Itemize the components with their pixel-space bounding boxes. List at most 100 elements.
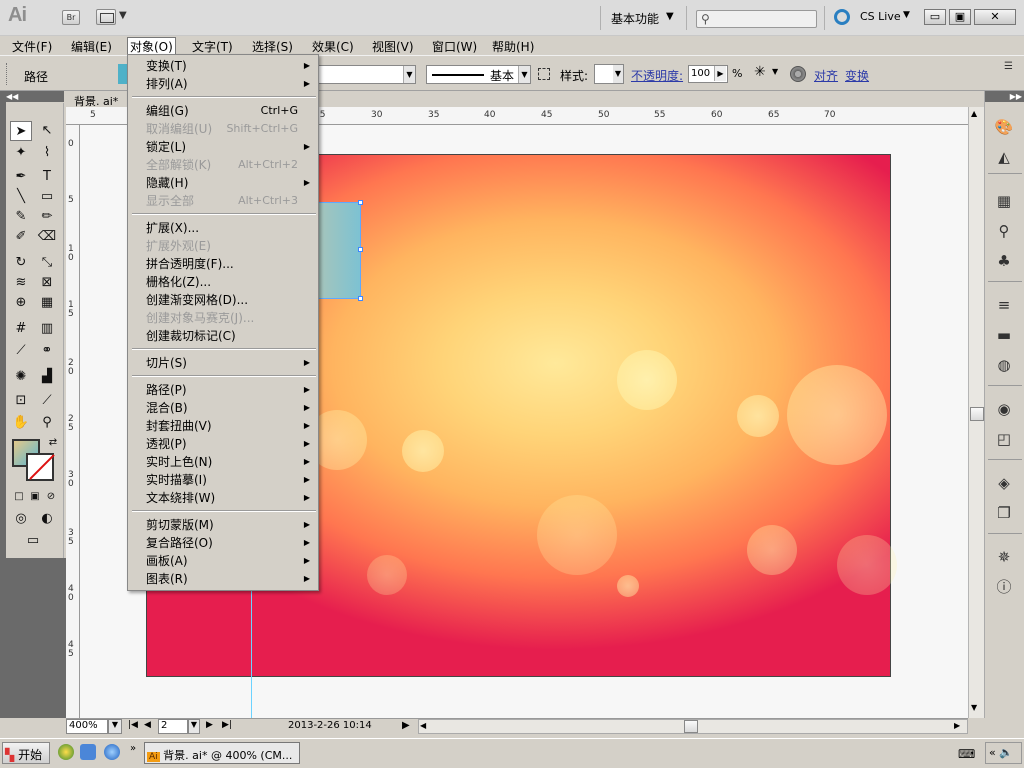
chevron-down-icon[interactable]: ▼ [119,10,127,21]
layers-icon[interactable]: ◈ [993,473,1015,493]
search-input[interactable]: ⚲ [696,10,817,28]
expand-tray-icon[interactable]: « [989,746,996,759]
blob-brush-tool-icon[interactable]: ✐ [10,227,32,247]
align-link[interactable]: 对齐 [814,67,838,84]
menu-item-artboards[interactable]: 画板(A) ▶ [146,552,312,570]
menu-item-path[interactable]: 路径(P) ▶ [146,381,312,399]
symbols-icon[interactable]: ♣ [993,251,1015,271]
mesh-tool-icon[interactable]: # [10,319,32,339]
screen-mode-icon[interactable]: ▭ [22,531,44,551]
last-artboard-icon[interactable]: ▶| [222,720,232,730]
horizontal-scrollbar[interactable]: ◀ ▶ [418,719,968,734]
menu-item-create-trim-marks[interactable]: 创建裁切标记(C) [146,327,312,345]
chevron-down-icon[interactable]: ▼ [666,11,674,22]
menu-type[interactable]: 文字(T) [192,38,233,55]
direct-selection-tool-icon[interactable]: ↖ [36,121,58,141]
chevron-right-icon[interactable]: ▶ [402,720,410,731]
hand-tool-icon[interactable]: ✋ [10,413,32,433]
graphic-styles-icon[interactable]: ◰ [993,429,1015,449]
scale-tool-icon[interactable]: ⤡ [36,253,58,273]
vertical-scrollbar[interactable]: ▲ ▼ [968,107,984,718]
resize-handle[interactable] [358,296,363,301]
draw-mode-icon[interactable]: ◎ [10,509,32,529]
scroll-right-icon[interactable]: ▶ [954,721,960,730]
rotate-tool-icon[interactable]: ↻ [10,253,32,273]
system-tray[interactable]: « 🔈 [985,742,1022,764]
document-tab[interactable]: 背景. ai* [66,91,130,108]
menu-item-blend[interactable]: 混合(B) ▶ [146,399,312,417]
menu-item-hide[interactable]: 隐藏(H) ▶ [146,174,312,192]
arrange-documents-icon[interactable] [96,9,116,25]
free-transform-tool-icon[interactable]: ⊠ [36,273,58,293]
lasso-tool-icon[interactable]: ⌇ [36,143,58,163]
artboard-tool-icon[interactable]: ⊡ [10,391,32,411]
magic-wand-tool-icon[interactable]: ✦ [10,143,32,163]
menu-item-envelope-distort[interactable]: 封套扭曲(V) ▶ [146,417,312,435]
scroll-down-icon[interactable]: ▼ [971,703,977,712]
pencil-tool-icon[interactable]: ✏ [36,207,58,227]
menu-item-live-trace[interactable]: 实时描摹(I) ▶ [146,471,312,489]
menu-item-expand[interactable]: 扩展(X)... [146,219,312,237]
next-artboard-icon[interactable]: ▶ [206,720,213,730]
brush-definition-select[interactable]: 基本 ▼ [426,65,531,84]
slice-tool-icon[interactable]: ⟋ [36,391,58,411]
artboard-number-input[interactable]: 2 [158,719,188,734]
chevron-down-icon[interactable]: ▼ [903,10,910,20]
menu-item-lock[interactable]: 锁定(L) ▶ [146,138,312,156]
menu-item-flatten-transparency[interactable]: 拼合透明度(F)... [146,255,312,273]
stroke-color-swatch[interactable] [26,453,54,481]
taskbar-item-illustrator[interactable]: Ai 背景. ai* @ 400% (CM... [144,742,300,764]
ie-icon[interactable] [104,744,120,760]
gradient-icon[interactable]: ▬ [993,325,1015,345]
resize-handle[interactable] [358,200,363,205]
recolor-artwork-icon[interactable]: ✳ [754,64,772,82]
collapse-panel-icon[interactable]: ◀◀ [0,91,64,102]
type-tool-icon[interactable]: T [36,167,58,187]
menu-item-rasterize[interactable]: 栅格化(Z)... [146,273,312,291]
ruler-vertical[interactable]: 0 5 1 0 1 5 2 0 2 5 3 0 3 5 4 0 4 5 [66,125,80,718]
volume-icon[interactable]: 🔈 [999,746,1013,759]
chevron-down-icon[interactable]: ▼ [613,65,623,83]
menu-help[interactable]: 帮助(H) [492,38,534,55]
start-button[interactable]: ▚ 开始 [2,742,50,764]
menu-select[interactable]: 选择(S) [252,38,293,55]
stroke-weight-select[interactable]: ▼ [318,65,416,84]
restore-button[interactable]: ▣ [949,9,971,25]
scroll-left-icon[interactable]: ◀ [420,721,426,730]
menu-item-live-paint[interactable]: 实时上色(N) ▶ [146,453,312,471]
zoom-tool-icon[interactable]: ⚲ [36,413,58,433]
cs-live-icon[interactable] [834,9,850,25]
eraser-tool-icon[interactable]: ⌫ [36,227,58,247]
menu-item-transform[interactable]: 变换(T) ▶ [146,57,312,75]
color-guide-icon[interactable]: ◭ [993,147,1015,167]
rectangle-tool-icon[interactable]: ▭ [36,187,58,207]
navigator-icon[interactable]: ✵ [993,547,1015,567]
menu-item-text-wrap[interactable]: 文本绕排(W) ▶ [146,489,312,507]
bridge-button[interactable]: Br [62,10,80,25]
stroke-icon[interactable]: ≡ [993,295,1015,315]
blend-tool-icon[interactable]: ⚭ [36,341,58,361]
swatches-icon[interactable]: ▦ [993,191,1015,211]
menu-item-perspective[interactable]: 透视(P) ▶ [146,435,312,453]
chevron-down-icon[interactable]: ▼ [108,719,122,734]
keyboard-icon[interactable]: ⌨ [958,747,975,761]
zoom-input[interactable]: 400% [66,719,108,734]
pen-tool-icon[interactable]: ✒ [10,167,32,187]
workspace-switcher[interactable]: 基本功能 [611,10,659,27]
menu-item-compound-path[interactable]: 复合路径(O) ▶ [146,534,312,552]
menu-file[interactable]: 文件(F) [12,38,52,55]
chrome-icon[interactable] [58,744,74,760]
previous-artboard-icon[interactable]: ◀ [144,720,151,730]
minimize-button[interactable]: ▭ [924,9,946,25]
menu-effect[interactable]: 效果(C) [312,38,354,55]
symbol-sprayer-tool-icon[interactable]: ✺ [10,367,32,387]
opacity-link[interactable]: 不透明度: [631,67,683,84]
warp-tool-icon[interactable]: ≋ [10,273,32,293]
chevron-down-icon[interactable]: ▼ [188,719,200,734]
transform-link[interactable]: 变换 [845,67,869,84]
panel-menu-icon[interactable]: ☰ [1004,61,1013,72]
first-artboard-icon[interactable]: |◀ [128,720,138,730]
none-mode-icon[interactable]: ⊘ [40,487,62,507]
appearance-icon[interactable]: ◉ [993,399,1015,419]
gear-icon[interactable] [790,66,806,82]
